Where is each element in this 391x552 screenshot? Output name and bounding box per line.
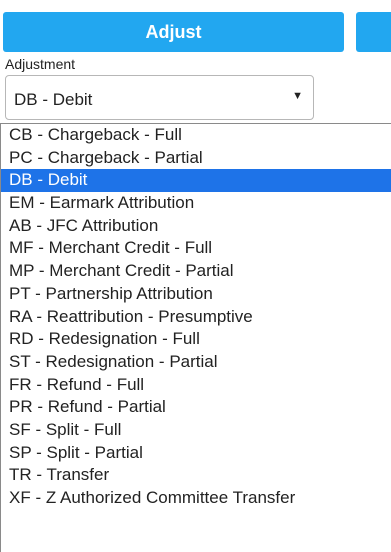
adjustment-option[interactable]: CB - Chargeback - Full	[1, 124, 391, 147]
adjustment-option[interactable]: FR - Refund - Full	[1, 374, 391, 397]
adjustment-option[interactable]: RA - Reattribution - Presumptive	[1, 306, 391, 329]
triangle-down-icon[interactable]: ▼	[292, 90, 303, 102]
adjustment-option[interactable]: PC - Chargeback - Partial	[1, 147, 391, 170]
adjustment-select-value: DB - Debit	[14, 90, 93, 109]
adjustment-option[interactable]: PR - Refund - Partial	[1, 396, 391, 419]
adjustment-option[interactable]: RD - Redesignation - Full	[1, 328, 391, 351]
adjustment-option[interactable]: XF - Z Authorized Committee Transfer	[1, 487, 391, 510]
adjustment-label: Adjustment	[5, 56, 76, 72]
secondary-action-button[interactable]	[356, 12, 391, 52]
adjustment-option[interactable]: SF - Split - Full	[1, 419, 391, 442]
adjustment-option[interactable]: EM - Earmark Attribution	[1, 192, 391, 215]
adjustment-option[interactable]: ST - Redesignation - Partial	[1, 351, 391, 374]
adjustment-option[interactable]: SP - Split - Partial	[1, 442, 391, 465]
adjustment-option[interactable]: DB - Debit	[1, 169, 391, 193]
adjustment-option[interactable]: MP - Merchant Credit - Partial	[1, 260, 391, 283]
adjustment-option[interactable]: PT - Partnership Attribution	[1, 283, 391, 306]
adjustment-option[interactable]: TR - Transfer	[1, 464, 391, 487]
adjustment-option[interactable]: MF - Merchant Credit - Full	[1, 237, 391, 260]
adjustment-panel: Adjust Adjustment DB - Debit ▼ CB - Char…	[0, 0, 391, 552]
adjust-button[interactable]: Adjust	[3, 12, 344, 52]
adjustment-select[interactable]: DB - Debit ▼	[5, 75, 314, 120]
adjustment-options-list: CB - Chargeback - Full PC - Chargeback - …	[0, 123, 391, 552]
adjustment-option[interactable]: AB - JFC Attribution	[1, 215, 391, 238]
